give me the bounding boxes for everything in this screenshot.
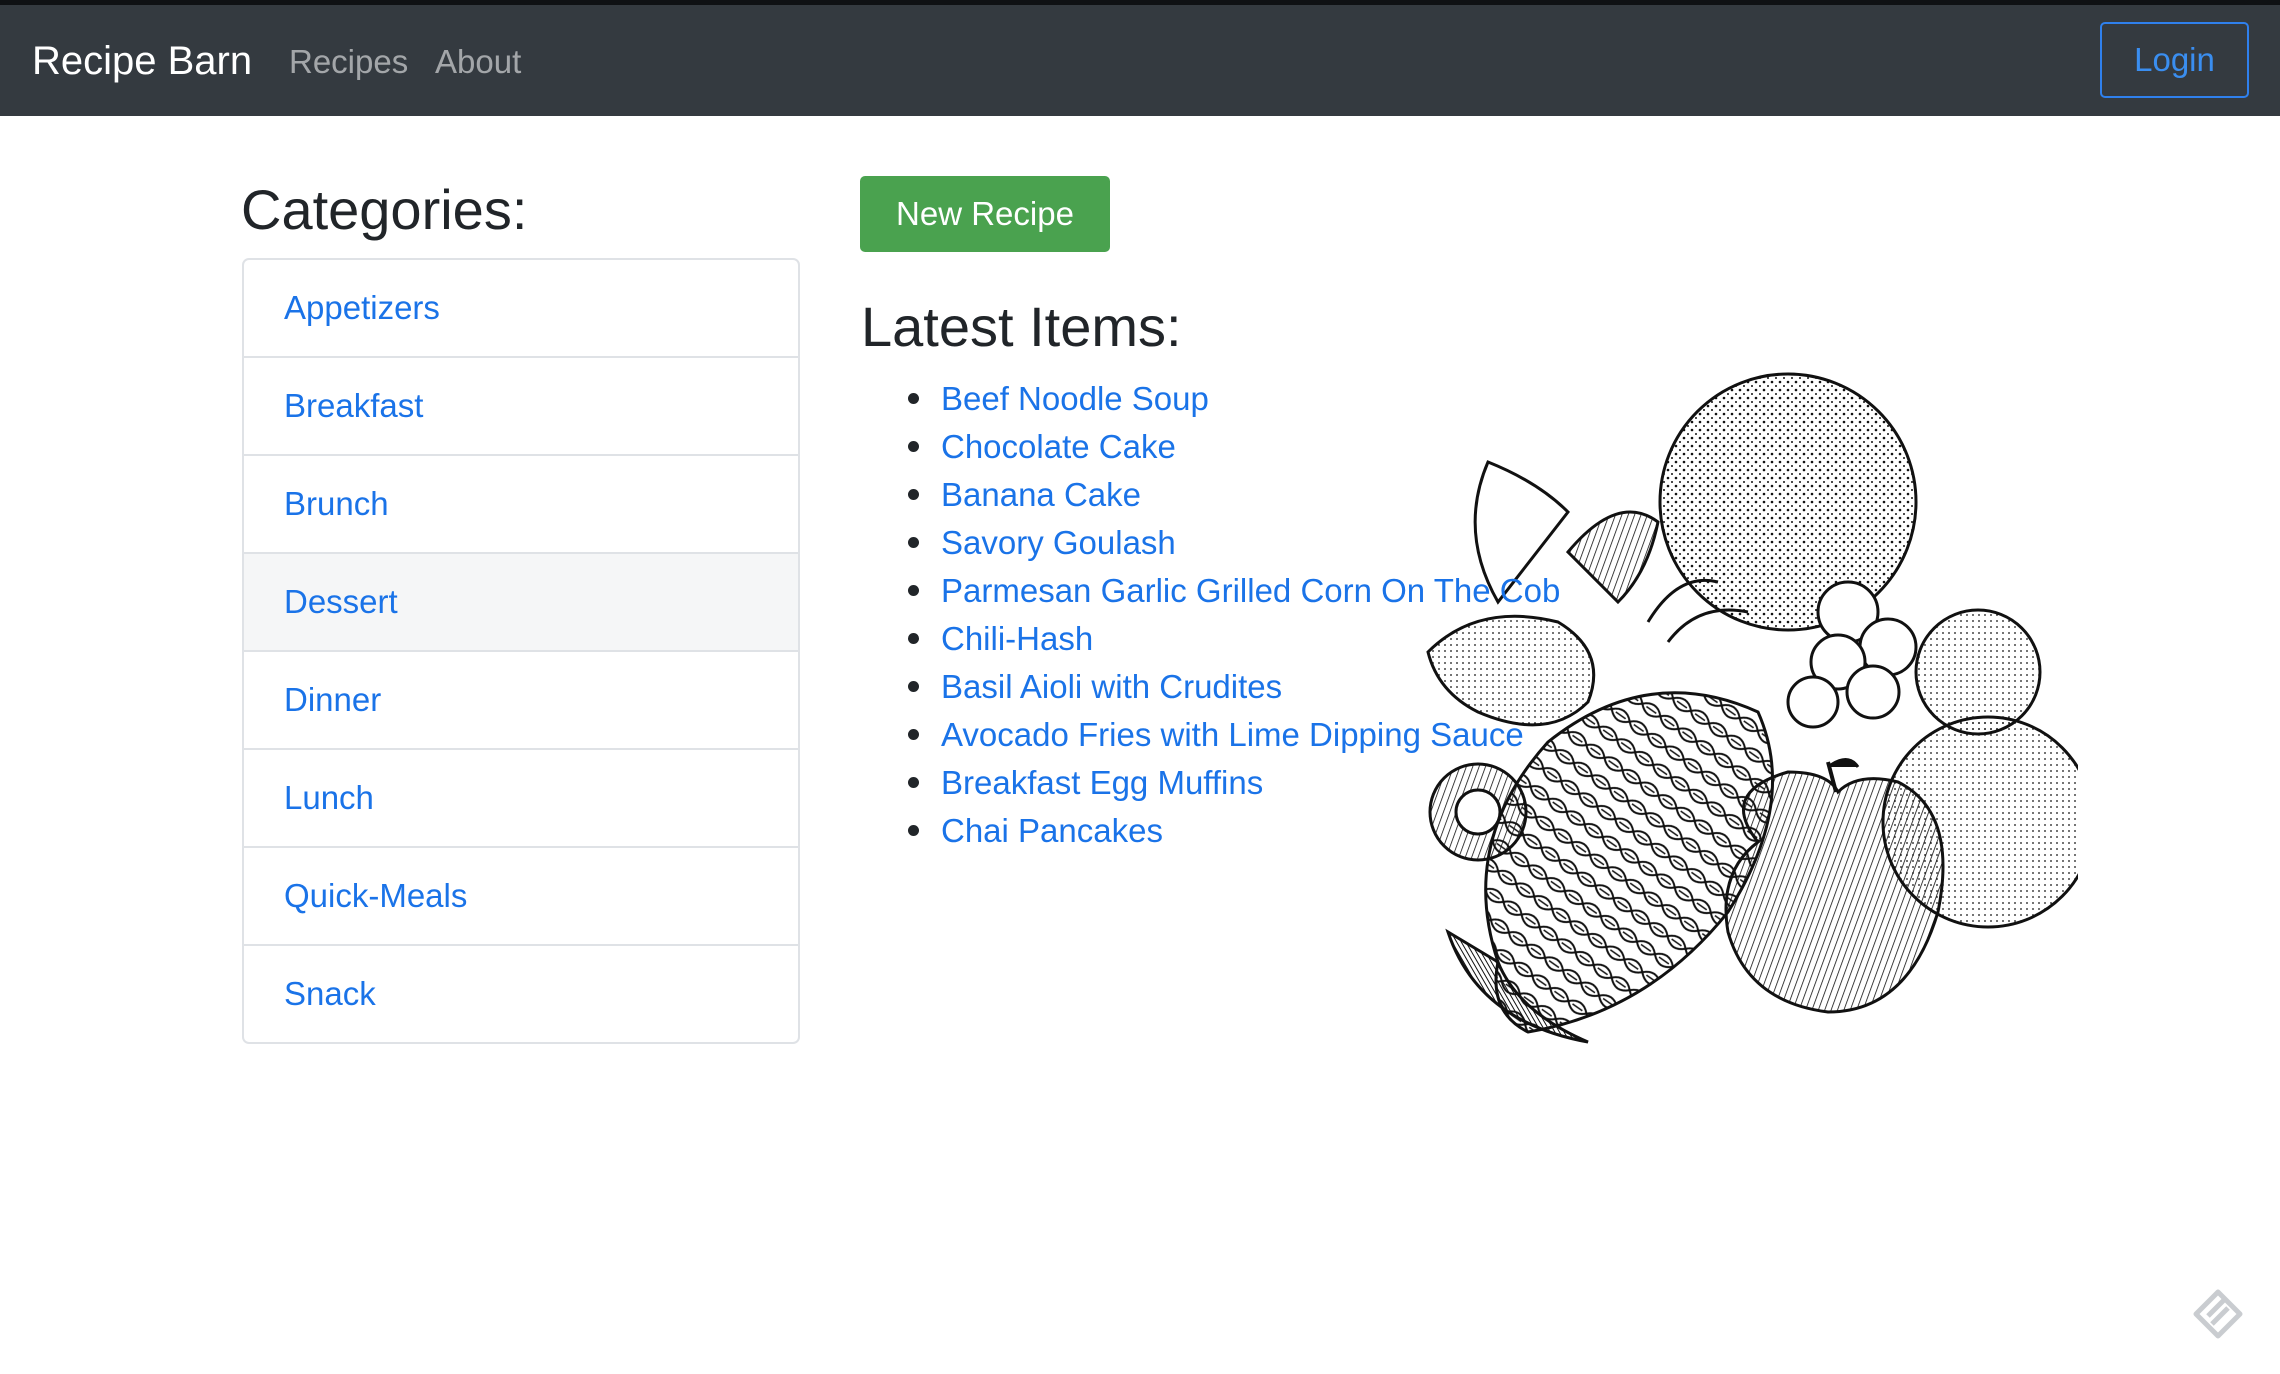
category-item-dinner[interactable]: Dinner [244,650,798,748]
latest-item-link[interactable]: Avocado Fries with Lime Dipping Sauce [908,711,1560,759]
bullet-icon [908,633,919,644]
latest-item-label: Avocado Fries with Lime Dipping Sauce [941,716,1524,753]
bullet-icon [908,441,919,452]
login-button[interactable]: Login [2100,22,2249,98]
category-item-snack[interactable]: Snack [244,944,798,1042]
bullet-icon [908,729,919,740]
latest-item-link[interactable]: Basil Aioli with Crudites [908,663,1560,711]
category-item-appetizers[interactable]: Appetizers [244,260,798,356]
latest-item-label: Chai Pancakes [941,812,1163,849]
bullet-icon [908,777,919,788]
bullet-icon [908,825,919,836]
bullet-icon [908,489,919,500]
latest-item-link[interactable]: Parmesan Garlic Grilled Corn On The Cob [908,567,1561,615]
latest-items-list: Beef Noodle Soup Chocolate Cake Banana Cak… [908,375,1561,855]
bullet-icon [908,393,919,404]
latest-item-label: Banana Cake [941,476,1141,513]
pencil-logo-icon[interactable] [2190,1286,2246,1342]
category-item-brunch[interactable]: Brunch [244,454,798,552]
latest-item-link[interactable]: Chai Pancakes [908,807,1560,855]
brand-link[interactable]: Recipe Barn [32,37,252,85]
latest-item-label: Breakfast Egg Muffins [941,764,1264,801]
latest-item-link[interactable]: Chili-Hash [908,615,1560,663]
new-recipe-button[interactable]: New Recipe [860,176,1110,252]
latest-item-label: Savory Goulash [941,524,1176,561]
top-navbar: Recipe Barn Recipes About Login [0,0,2280,116]
bullet-icon [908,537,919,548]
category-item-breakfast[interactable]: Breakfast [244,356,798,454]
latest-item-link[interactable]: Banana Cake [908,471,1560,519]
nav-link-about[interactable]: About [435,40,521,84]
categories-heading: Categories: [241,178,528,241]
latest-item-label: Chili-Hash [941,620,1094,657]
latest-item-label: Parmesan Garlic Grilled Corn On The Cob [941,572,1561,609]
category-item-dessert[interactable]: Dessert [244,552,798,650]
latest-item-label: Beef Noodle Soup [941,380,1209,417]
bullet-icon [908,585,919,596]
latest-item-link[interactable]: Beef Noodle Soup [908,375,1560,423]
bullet-icon [908,681,919,692]
latest-item-link[interactable]: Savory Goulash [908,519,1560,567]
latest-items-heading: Latest Items: [861,295,1182,358]
latest-item-link[interactable]: Chocolate Cake [908,423,1560,471]
nav-link-recipes[interactable]: Recipes [289,40,408,84]
category-item-quick-meals[interactable]: Quick-Meals [244,846,798,944]
category-list: Appetizers Breakfast Brunch Dessert Dinner Lu… [242,258,800,1044]
latest-item-label: Chocolate Cake [941,428,1176,465]
latest-item-label: Basil Aioli with Crudites [941,668,1283,705]
category-item-lunch[interactable]: Lunch [244,748,798,846]
latest-item-link[interactable]: Breakfast Egg Muffins [908,759,1560,807]
